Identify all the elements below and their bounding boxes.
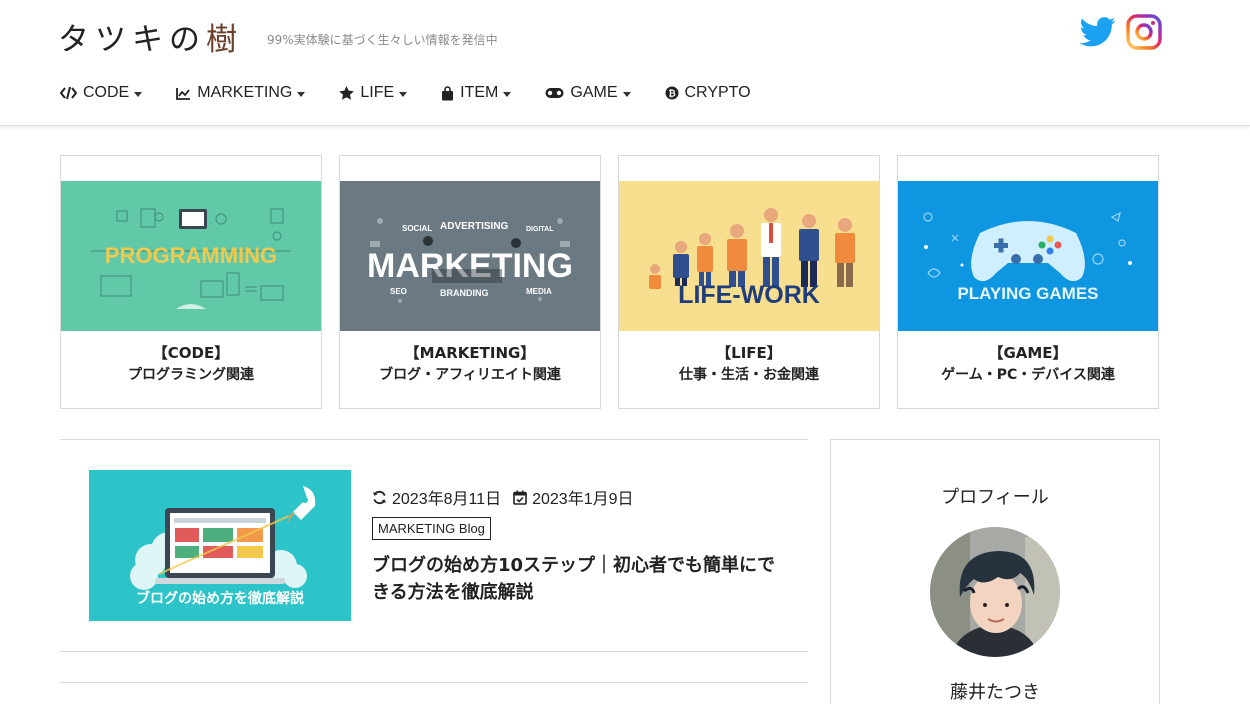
chevron-down-icon <box>503 91 512 97</box>
programming-illustration: PROGRAMMING <box>61 181 321 331</box>
logo-accent-text: 樹 <box>206 22 243 58</box>
nav-label: MARKETING <box>197 84 293 101</box>
article-card[interactable]: ブログの始め方を徹底解説 2023年8月11日 2023年1月9日 MARKET… <box>60 440 808 652</box>
category-thumbnail: PROGRAMMING <box>61 181 321 331</box>
nav-item-marketing[interactable]: MARKETING <box>176 82 306 104</box>
category-subtitle: プログラミング関連 <box>128 367 254 383</box>
category-card-marketing[interactable]: SOCIAL ADVERTISING DIGITAL MARKETING SEO… <box>339 155 601 409</box>
nav-label: CODE <box>83 84 130 101</box>
bitcoin-icon: ₿ <box>665 86 678 100</box>
blog-start-illustration: ブログの始め方を徹底解説 <box>89 470 351 621</box>
marketing-word: SOCIAL <box>402 224 432 233</box>
site-logo[interactable]: タツキの樹 <box>58 14 243 59</box>
marketing-word: DIGITAL <box>526 226 554 233</box>
instagram-link[interactable] <box>1126 14 1162 54</box>
shopping-bag-icon <box>442 85 454 100</box>
marketing-word: ADVERTISING <box>440 221 509 232</box>
refresh-icon <box>372 490 387 504</box>
nav-item-life[interactable]: LIFE <box>339 82 408 104</box>
marketing-word: BRANDING <box>440 288 489 298</box>
chevron-down-icon <box>399 91 408 97</box>
updated-date: 2023年8月11日 <box>392 491 502 508</box>
calendar-check-icon <box>513 490 527 505</box>
nav-item-code[interactable]: CODE <box>60 82 143 104</box>
category-title: 【MARKETING】 <box>404 344 536 362</box>
logo-main-text: タツキの <box>58 22 206 58</box>
chevron-down-icon <box>622 91 631 97</box>
article-thumbnail-text: ブログの始め方を徹底解説 <box>136 590 304 607</box>
category-card-game[interactable]: PLAYING GAMES 【GAME】 ゲーム・PC・デバイス関連 <box>897 155 1159 409</box>
category-image-text: LIFE-WORK <box>678 281 820 309</box>
divider <box>60 651 808 652</box>
nav-item-game[interactable]: GAME <box>545 82 631 104</box>
main-nav: CODE MARKETING LIFE ITEM GAME ₿ CRYPTO <box>60 82 785 104</box>
category-thumbnail: PLAYING GAMES <box>898 181 1158 331</box>
article-meta: 2023年8月11日 2023年1月9日 <box>372 485 634 509</box>
article-title[interactable]: ブログの始め方10ステップ｜初心者でも簡単にできる方法を徹底解説 <box>372 552 792 606</box>
playing-games-illustration: PLAYING GAMES <box>898 181 1158 331</box>
category-subtitle: ゲーム・PC・デバイス関連 <box>941 367 1115 383</box>
category-title: 【LIFE】 <box>716 344 782 362</box>
profile-photo <box>930 527 1060 657</box>
nav-label: ITEM <box>460 84 499 101</box>
marketing-word: MEDIA <box>526 287 552 296</box>
nav-item-crypto[interactable]: ₿ CRYPTO <box>665 82 751 104</box>
category-thumbnail: SOCIAL ADVERTISING DIGITAL MARKETING SEO… <box>340 181 600 331</box>
nav-item-item[interactable]: ITEM <box>441 82 512 104</box>
category-subtitle: ブログ・アフィリエイト関連 <box>379 367 561 383</box>
chevron-down-icon <box>297 91 306 97</box>
brand[interactable]: タツキの樹 99%実体験に基づく生々しい情報を発信中 <box>58 14 498 59</box>
category-image-text: PROGRAMMING <box>105 243 277 268</box>
profile-widget: プロフィール 藤井たつき <box>830 439 1160 704</box>
star-icon <box>339 86 355 100</box>
category-subtitle: 仕事・生活・お金関連 <box>679 367 819 383</box>
instagram-icon <box>1126 14 1162 50</box>
category-title: 【GAME】 <box>988 344 1068 362</box>
category-card-code[interactable]: PROGRAMMING 【CODE】 プログラミング関連 <box>60 155 322 409</box>
site-header: タツキの樹 99%実体験に基づく生々しい情報を発信中 CODE MARKETIN… <box>0 0 1250 126</box>
category-tag[interactable]: MARKETING Blog <box>372 517 491 540</box>
category-card-life[interactable]: LIFE-WORK 【LIFE】 仕事・生活・お金関連 <box>618 155 880 409</box>
twitter-icon <box>1079 17 1116 47</box>
category-cards: PROGRAMMING 【CODE】 プログラミング関連 SOCIAL ADVE… <box>60 155 1159 409</box>
chevron-down-icon <box>134 91 143 97</box>
life-work-illustration: LIFE-WORK <box>619 181 879 331</box>
category-thumbnail: LIFE-WORK <box>619 181 879 331</box>
twitter-link[interactable] <box>1079 16 1116 52</box>
nav-label: CRYPTO <box>684 84 751 101</box>
nav-label: GAME <box>570 84 618 101</box>
widget-heading: プロフィール <box>941 487 1049 508</box>
marketing-illustration: SOCIAL ADVERTISING DIGITAL MARKETING SEO… <box>340 181 600 331</box>
divider <box>60 682 808 683</box>
profile-name: 藤井たつき <box>950 682 1040 703</box>
chart-line-icon <box>176 87 191 100</box>
category-image-text: PLAYING GAMES <box>957 284 1098 303</box>
gamepad-icon <box>545 88 564 98</box>
code-icon <box>60 86 77 100</box>
svg-text:₿: ₿ <box>668 89 675 99</box>
article-thumbnail[interactable]: ブログの始め方を徹底解説 <box>89 470 351 621</box>
category-title: 【CODE】 <box>152 344 230 362</box>
published-date: 2023年1月9日 <box>532 491 634 508</box>
avatar[interactable] <box>930 527 1060 657</box>
social-links <box>1079 14 1162 54</box>
nav-label: LIFE <box>360 84 395 101</box>
marketing-word: SEO <box>390 287 407 296</box>
site-tagline: 99%実体験に基づく生々しい情報を発信中 <box>267 33 498 47</box>
